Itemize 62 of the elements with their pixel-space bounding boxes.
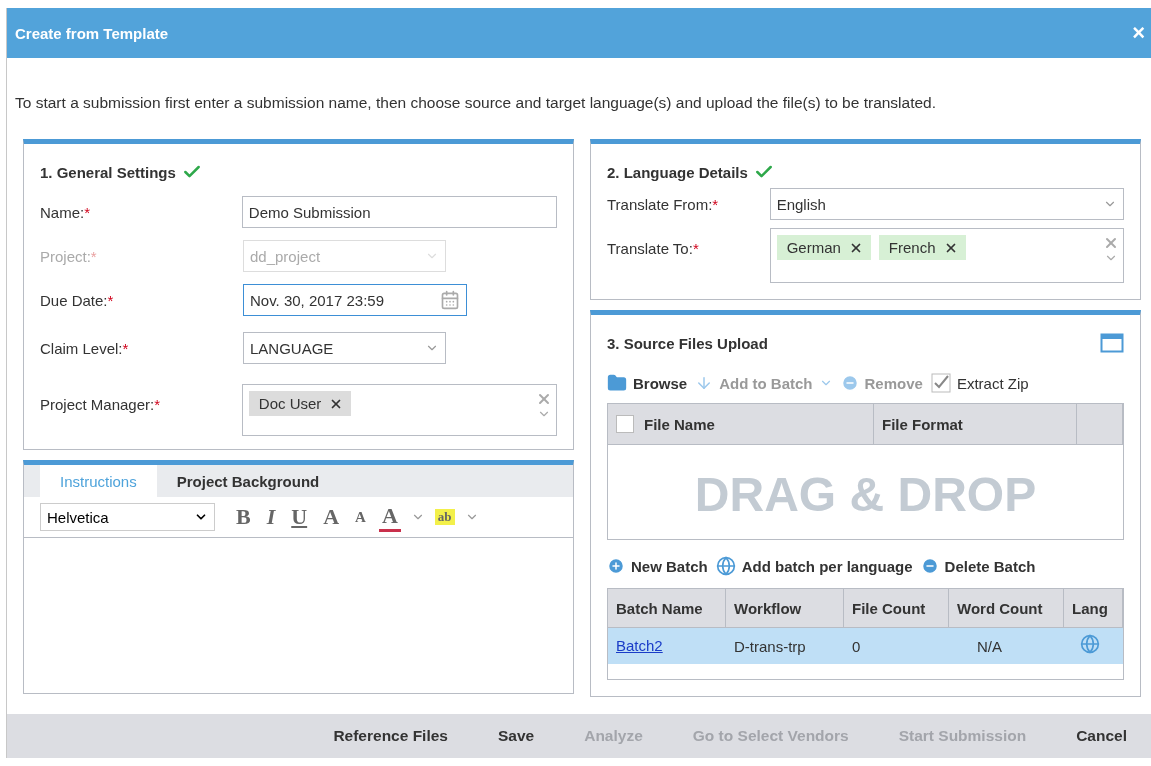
drop-hint: DRAG & DROP <box>694 467 1037 522</box>
italic-format-button[interactable]: I <box>263 504 279 530</box>
column-header[interactable]: Lang <box>1064 589 1123 627</box>
field-label: Project:* <box>40 247 98 265</box>
footer-button[interactable]: Save <box>498 727 535 745</box>
tag-field[interactable]: Doc User <box>241 384 557 436</box>
panel-title: 3. Source Files Upload <box>607 334 768 352</box>
clear-icon[interactable] <box>536 391 552 407</box>
maximize-icon[interactable] <box>1100 333 1124 353</box>
tag-field[interactable]: German French <box>769 228 1124 283</box>
column-header[interactable]: File Format <box>874 404 1077 444</box>
table-cell-text: D-trans-trp <box>733 637 807 655</box>
toolbar-button[interactable]: New Batch <box>607 557 708 575</box>
table-cell-text: N/A <box>976 637 1003 655</box>
toolbar-button[interactable]: Delete Batch <box>920 557 1036 575</box>
folder-icon <box>607 373 627 393</box>
batch-row[interactable]: Batch2 D-trans-trp 0 N/A <box>608 628 1123 664</box>
toolbar-button[interactable]: Add batch per language <box>715 556 913 576</box>
grow-format-button[interactable]: A <box>320 504 343 530</box>
minus-circle-icon <box>920 557 939 575</box>
toolbar-button[interactable]: Browse <box>607 373 688 393</box>
bold-format-button[interactable]: B <box>233 504 254 530</box>
dropdown[interactable]: LANGUAGE <box>243 332 446 364</box>
clear-icon[interactable] <box>1103 235 1119 251</box>
field-label: Translate To:* <box>607 239 700 257</box>
dropdown[interactable]: English <box>769 188 1124 220</box>
globe-icon <box>715 556 736 576</box>
language-tag: German <box>776 235 871 260</box>
highlight-format-button[interactable]: ab <box>434 509 455 525</box>
column-header[interactable]: File Name <box>608 404 874 444</box>
font-dropdown[interactable]: Helvetica <box>40 503 215 531</box>
shrink-format-button[interactable]: A <box>352 508 369 526</box>
column-header[interactable]: Batch Name <box>608 589 726 627</box>
date-field[interactable]: Nov. 30, 2017 23:59 <box>243 284 467 316</box>
intro-text: To start a submission first enter a submission name, then choose source and target language(s) and upload the file(s) to be translated. <box>15 94 938 113</box>
field-label: Name:* <box>40 203 92 221</box>
panel-title: 2. Language Details <box>607 163 748 181</box>
column-header[interactable]: Word Count <box>949 589 1064 627</box>
window-title: Create from Template <box>15 24 169 42</box>
table-cell-text: 0 <box>851 637 862 655</box>
column-header[interactable]: File Count <box>844 589 949 627</box>
footer-button[interactable]: Reference Files <box>333 727 448 745</box>
color-format-button[interactable]: A <box>378 502 401 532</box>
field-label: Translate From:* <box>607 195 720 213</box>
tab[interactable]: Project Background <box>156 465 340 497</box>
field-label: Claim Level:* <box>40 339 130 357</box>
field-label: Due Date:* <box>40 291 115 309</box>
footer-button[interactable]: Cancel <box>1076 727 1127 745</box>
user-tag: Doc User <box>248 391 352 416</box>
underline-format-button[interactable]: U <box>288 504 311 530</box>
extract-zip-checkbox[interactable]: Extract Zip <box>930 373 1029 393</box>
field-label: Project Manager:* <box>40 395 162 413</box>
text-field[interactable]: Demo Submission <box>241 196 557 228</box>
language-tag: French <box>878 235 966 260</box>
checkbox[interactable] <box>616 415 634 433</box>
column-header[interactable]: Workflow <box>726 589 844 627</box>
calendar-icon <box>440 290 460 310</box>
batch-link[interactable]: Batch2 <box>608 637 671 654</box>
minus-circle-icon <box>840 374 859 392</box>
checkbox-icon <box>930 373 951 393</box>
panel-title: 1. General Settings <box>40 163 176 181</box>
plus-circle-icon <box>607 557 625 575</box>
